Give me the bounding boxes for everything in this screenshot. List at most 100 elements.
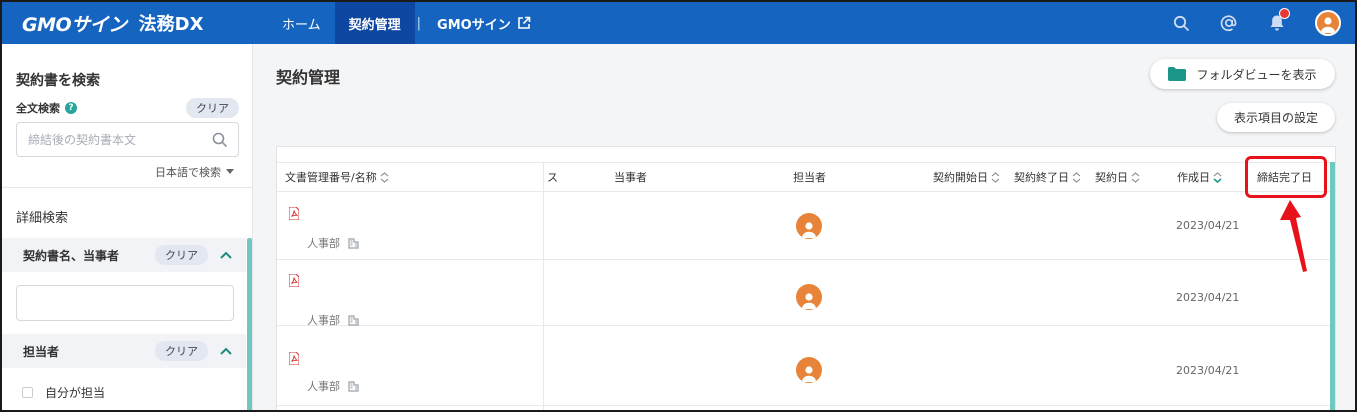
help-icon[interactable]: ? [65, 102, 77, 114]
section-clear-button[interactable]: クリア [155, 341, 208, 361]
highlight-box [1245, 156, 1327, 198]
col-header-end-date[interactable]: 契約終了日 [1014, 163, 1081, 191]
department-label: 人事部 [307, 237, 340, 250]
person-icon [1321, 17, 1335, 33]
assigned-to-me-checkbox[interactable] [22, 387, 33, 398]
pdf-file-icon[interactable] [289, 274, 299, 287]
assigned-to-me-option[interactable]: 自分が担当 [22, 384, 105, 401]
person-icon [802, 222, 816, 238]
brand-name: GMOサイン [22, 13, 127, 36]
language-selector[interactable]: 日本語で検索 [155, 164, 234, 180]
created-date: 2023/04/21 [1176, 219, 1240, 232]
nav-contract-management[interactable]: 契約管理 [334, 2, 415, 44]
divider [2, 187, 253, 188]
row-department: 人事部 [307, 312, 359, 328]
sidebar-title: 契約書を検索 [16, 73, 100, 89]
pdf-file-icon[interactable] [289, 207, 299, 220]
col-header-party[interactable]: 当事者 [614, 163, 647, 191]
assigned-to-me-label: 自分が担当 [45, 386, 106, 400]
col-header-start-date[interactable]: 契約開始日 [933, 163, 1000, 191]
user-menu-button[interactable] [1301, 2, 1355, 44]
folder-icon [1168, 67, 1187, 81]
language-label: 日本語で検索 [155, 166, 221, 179]
fulltext-clear-button[interactable]: クリア [186, 98, 239, 118]
fulltext-search-input[interactable] [17, 123, 207, 156]
section-contract-name-header[interactable]: 契約書名、当事者 クリア [2, 238, 246, 272]
created-date: 2023/04/21 [1176, 364, 1240, 377]
section-title: 担当者 [23, 344, 60, 359]
contract-table: 文書管理番号/名称 ス 当事者 担当者 契約開始日 契約終了日 契約日 作成日 [276, 146, 1336, 410]
col-header-created-date[interactable]: 作成日 [1177, 163, 1222, 191]
caret-down-icon [226, 169, 234, 174]
search-icon[interactable] [212, 132, 228, 148]
top-bar: GMOサイン 法務DX ホーム 契約管理 | GMOサイン [2, 2, 1355, 44]
red-arrow-annotation [1280, 200, 1307, 272]
chevron-up-icon[interactable] [220, 251, 232, 259]
col-header-label: 作成日 [1177, 171, 1210, 184]
col-header-doc-number[interactable]: 文書管理番号/名称 [285, 163, 389, 191]
contract-name-input[interactable] [16, 285, 234, 321]
fulltext-search-box [16, 122, 239, 157]
sidebar-scrollbar[interactable] [247, 238, 252, 410]
section-clear-button[interactable]: クリア [155, 245, 208, 265]
col-header-label: 担当者 [793, 171, 826, 184]
row-department: 人事部 [307, 235, 359, 251]
search-icon [1173, 15, 1189, 31]
folder-view-label: フォルダビューを表示 [1196, 67, 1317, 82]
sort-icon [991, 171, 1000, 183]
col-header-label: 契約日 [1095, 171, 1128, 184]
created-date: 2023/04/21 [1176, 291, 1240, 304]
sort-icon [1131, 171, 1140, 183]
person-icon [802, 293, 816, 309]
col-header-label: 契約開始日 [933, 171, 988, 184]
nav-gmo-sign[interactable]: GMOサイン [423, 2, 545, 44]
detail-search-label: 詳細検索 [16, 211, 69, 226]
department-label: 人事部 [307, 314, 340, 327]
assignee-avatar[interactable] [796, 284, 822, 310]
mention-button[interactable] [1205, 2, 1253, 44]
chevron-up-icon[interactable] [220, 347, 232, 355]
assignee-avatar[interactable] [796, 213, 822, 239]
folder-view-button[interactable]: フォルダビューを表示 [1150, 59, 1335, 89]
sort-icon [380, 171, 389, 183]
table-header: 文書管理番号/名称 ス 当事者 担当者 契約開始日 契約終了日 契約日 作成日 [277, 162, 1335, 192]
page-title: 契約管理 [276, 68, 341, 87]
brand-product: 法務DX [138, 14, 204, 35]
search-sidebar: 契約書を検索 全文検索 ? クリア 日本語で検索 詳細検索 契約書名、当事者 ク… [2, 44, 253, 410]
col-header-contract-date[interactable]: 契約日 [1095, 163, 1140, 191]
fulltext-label-row: 全文検索 ? [16, 100, 77, 116]
col-header-status[interactable]: ス [547, 163, 558, 191]
building-icon [348, 237, 359, 249]
table-row[interactable]: 人事部 2023/04/21 [277, 260, 1335, 328]
user-avatar [1315, 10, 1341, 36]
column-settings-button[interactable]: 表示項目の設定 [1217, 103, 1335, 132]
table-scrollbar[interactable] [1330, 162, 1335, 410]
sort-active-icon [1213, 171, 1222, 183]
building-icon [348, 314, 359, 326]
at-sign-icon [1220, 15, 1237, 32]
person-icon [802, 366, 816, 382]
nav-home[interactable]: ホーム [268, 2, 335, 44]
fulltext-label: 全文検索 [16, 102, 60, 115]
department-label: 人事部 [307, 380, 340, 393]
notification-button[interactable] [1253, 2, 1301, 44]
table-row[interactable]: 人事部 2023/04/21 [277, 193, 1335, 260]
section-assignee-header[interactable]: 担当者 クリア [2, 334, 246, 368]
brand-logo[interactable]: GMOサイン 法務DX [2, 2, 268, 44]
building-icon [348, 380, 359, 392]
nav-separator: | [416, 15, 422, 31]
col-header-assignee[interactable]: 担当者 [793, 163, 826, 191]
assignee-avatar[interactable] [796, 357, 822, 383]
col-header-label: 当事者 [614, 171, 647, 184]
external-link-icon [517, 16, 531, 29]
row-department: 人事部 [307, 378, 359, 394]
col-header-label: 文書管理番号/名称 [285, 171, 377, 184]
section-title: 契約書名、当事者 [23, 248, 120, 263]
notification-badge [1279, 8, 1290, 19]
app-window: GMOサイン 法務DX ホーム 契約管理 | GMOサイン 契約書を検索 全文検… [0, 0, 1357, 412]
pdf-file-icon[interactable] [289, 352, 299, 365]
nav-gmo-sign-label: GMOサイン [437, 17, 511, 33]
search-button[interactable] [1157, 2, 1205, 44]
table-row[interactable]: 人事部 2023/04/21 [277, 336, 1335, 406]
col-header-label: 契約終了日 [1014, 171, 1069, 184]
